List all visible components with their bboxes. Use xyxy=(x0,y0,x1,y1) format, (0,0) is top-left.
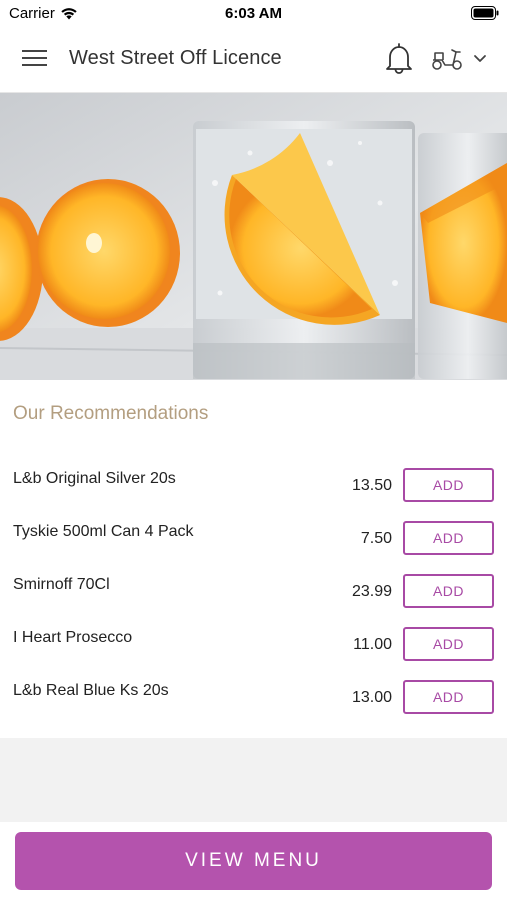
product-price: 23.99 xyxy=(351,583,392,600)
nav-bar: West Street Off Licence xyxy=(0,28,507,93)
product-name: Tyskie 500ml Can 4 Pack xyxy=(13,523,194,540)
product-price: 11.00 xyxy=(353,636,392,653)
add-button[interactable]: ADD xyxy=(403,468,494,502)
product-price: 13.50 xyxy=(351,477,392,494)
page-title: West Street Off Licence xyxy=(69,47,282,69)
add-button[interactable]: ADD xyxy=(403,680,494,714)
add-button[interactable]: ADD xyxy=(403,574,494,608)
add-button[interactable]: ADD xyxy=(403,627,494,661)
chevron-down-icon[interactable] xyxy=(472,52,488,64)
bell-icon[interactable] xyxy=(385,42,413,74)
hero-image xyxy=(0,93,507,380)
status-time: 6:03 AM xyxy=(225,5,282,22)
status-bar: Carrier 6:03 AM xyxy=(0,0,507,28)
product-name: Smirnoff 70Cl xyxy=(13,576,110,593)
list-item: I Heart Prosecco 11.00 ADD xyxy=(0,609,507,662)
product-price: 13.00 xyxy=(351,689,392,706)
section-title: Our Recommendations xyxy=(13,403,209,424)
hamburger-menu-icon[interactable] xyxy=(22,48,48,68)
view-menu-button[interactable]: VIEW MENU xyxy=(15,832,492,890)
product-name: L&b Original Silver 20s xyxy=(13,470,176,487)
list-item: Smirnoff 70Cl 23.99 ADD xyxy=(0,556,507,609)
scooter-icon[interactable] xyxy=(430,44,464,72)
content-spacer xyxy=(0,738,507,822)
recommendations-list: L&b Original Silver 20s 13.50 ADD Tyskie… xyxy=(0,450,507,715)
list-item: Tyskie 500ml Can 4 Pack 7.50 ADD xyxy=(0,503,507,556)
gin-tonic-orange-image xyxy=(0,93,507,380)
product-name: I Heart Prosecco xyxy=(13,629,133,646)
product-price: 7.50 xyxy=(360,530,392,547)
add-button[interactable]: ADD xyxy=(403,521,494,555)
product-name: L&b Real Blue Ks 20s xyxy=(13,682,169,699)
list-item: L&b Real Blue Ks 20s 13.00 ADD xyxy=(0,662,507,715)
battery-icon xyxy=(471,6,499,20)
list-item: L&b Original Silver 20s 13.50 ADD xyxy=(0,450,507,503)
footer-bar: VIEW MENU xyxy=(0,822,507,900)
